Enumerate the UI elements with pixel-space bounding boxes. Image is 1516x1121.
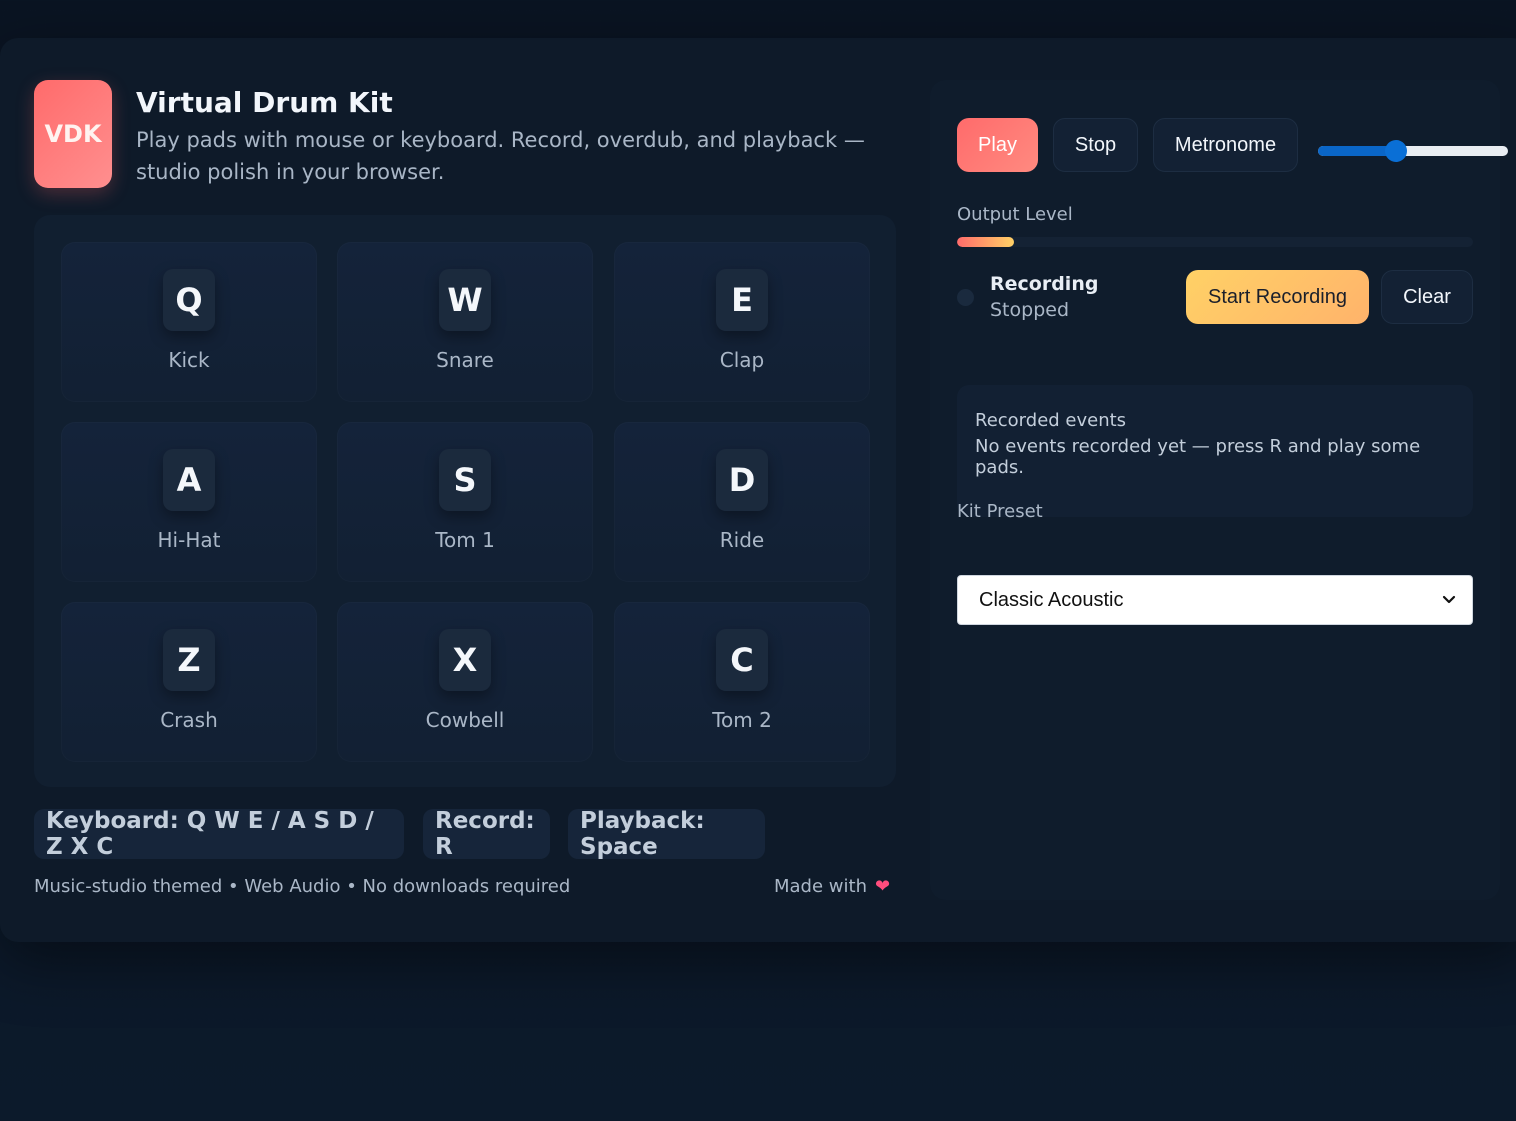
metronome-button[interactable]: Metronome <box>1153 118 1298 172</box>
pad-key-badge: W <box>439 269 491 331</box>
output-level-label: Output Level <box>957 204 1073 225</box>
recording-indicator-icon <box>957 289 974 306</box>
slider-thumb[interactable] <box>1384 140 1407 162</box>
footer-credit: Made with ❤ <box>774 876 890 897</box>
pad-label: Snare <box>436 348 494 372</box>
pad-key-badge: Q <box>163 269 215 331</box>
pad-crash[interactable]: Z Crash <box>61 602 317 762</box>
pad-tom-1[interactable]: S Tom 1 <box>337 422 593 582</box>
pad-label: Tom 2 <box>712 708 772 732</box>
playback-hint: Playback: Space <box>568 808 765 860</box>
pad-label: Hi-Hat <box>157 528 221 552</box>
page-subtitle: Play pads with mouse or keyboard. Record… <box>136 128 865 184</box>
recorded-events-title: Recorded events <box>975 410 1127 431</box>
pad-grid: Q Kick W Snare E Clap A Hi-Hat S Tom 1 D… <box>34 215 896 787</box>
pad-key-badge: X <box>439 629 491 691</box>
pad-key-badge: S <box>439 449 491 511</box>
pad-label: Crash <box>160 708 218 732</box>
output-level-fill <box>957 237 1014 247</box>
chevron-down-icon <box>1442 595 1456 604</box>
page-title: Virtual Drum Kit <box>136 86 393 119</box>
footer-tagline: Music-studio themed • Web Audio • No dow… <box>34 876 571 897</box>
pad-label: Kick <box>168 348 210 372</box>
pad-label: Tom 1 <box>435 528 495 552</box>
pad-ride[interactable]: D Ride <box>614 422 870 582</box>
pad-label: Cowbell <box>425 708 505 732</box>
pad-hi-hat[interactable]: A Hi-Hat <box>61 422 317 582</box>
pad-key-badge: Z <box>163 629 215 691</box>
kit-preset-value: Classic Acoustic <box>979 588 1124 611</box>
app-logo: VDK <box>34 80 112 188</box>
recorded-events-empty: No events recorded yet — press R and pla… <box>975 436 1421 478</box>
pad-key-badge: A <box>163 449 215 511</box>
footer-made-with: Made with <box>774 876 867 897</box>
pad-key-badge: E <box>716 269 768 331</box>
control-panel: Play Stop Metronome Output Level Recordi… <box>930 80 1508 900</box>
keyboard-hint: Keyboard: Q W E / A S D / Z X C <box>34 808 404 860</box>
pad-cowbell[interactable]: X Cowbell <box>337 602 593 762</box>
recorded-events-panel: Recorded events No events recorded yet —… <box>957 385 1473 517</box>
pad-label: Ride <box>719 528 765 552</box>
pad-tom-2[interactable]: C Tom 2 <box>614 602 870 762</box>
pad-snare[interactable]: W Snare <box>337 242 593 402</box>
kit-preset-label: Kit Preset <box>957 501 1043 522</box>
play-button[interactable]: Play <box>957 118 1038 172</box>
clear-button[interactable]: Clear <box>1381 270 1473 324</box>
record-hint: Record: R <box>423 808 550 860</box>
app-window: VDK Virtual Drum Kit Play pads with mous… <box>0 38 1516 942</box>
logo-text: VDK <box>44 120 102 148</box>
volume-slider[interactable] <box>1318 140 1508 162</box>
kit-preset-select[interactable]: Classic Acoustic <box>957 575 1473 625</box>
pad-label: Clap <box>719 348 765 372</box>
pad-key-badge: D <box>716 449 768 511</box>
heart-icon: ❤ <box>874 876 891 897</box>
stop-button[interactable]: Stop <box>1053 118 1138 172</box>
recording-status: Stopped <box>990 299 1070 321</box>
pad-key-badge: C <box>716 629 768 691</box>
start-recording-button[interactable]: Start Recording <box>1186 270 1369 324</box>
output-level-meter <box>957 237 1473 247</box>
pad-clap[interactable]: E Clap <box>614 242 870 402</box>
recording-title: Recording <box>990 273 1099 295</box>
pad-kick[interactable]: Q Kick <box>61 242 317 402</box>
